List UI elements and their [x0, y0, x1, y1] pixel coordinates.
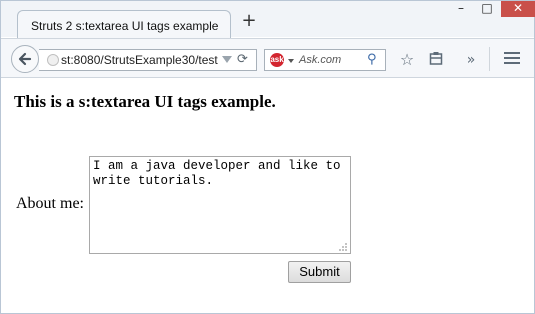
about-me-label: About me: — [16, 195, 84, 212]
globe-icon — [47, 54, 59, 66]
maximize-button[interactable]: □ — [475, 1, 499, 17]
ask-icon[interactable]: ask — [270, 53, 284, 67]
search-engine-dropdown-icon[interactable] — [288, 59, 294, 63]
resize-grip-icon[interactable] — [338, 242, 348, 252]
overflow-chevron-icon[interactable]: » — [461, 50, 481, 70]
tab-title: Struts 2 s:textarea UI tags example — [31, 19, 219, 33]
back-button[interactable] — [11, 45, 39, 73]
url-text[interactable]: st:8080/StrutsExample30/test — [61, 53, 218, 67]
menu-hamburger-icon[interactable] — [502, 50, 522, 70]
navigation-bar: st:8080/StrutsExample30/test ⟳ ask Ask.c… — [1, 38, 534, 78]
new-tab-button[interactable]: + — [241, 12, 257, 30]
clipboard-icon[interactable] — [426, 50, 446, 70]
search-input[interactable]: Ask.com — [299, 54, 341, 66]
address-bar[interactable]: st:8080/StrutsExample30/test ⟳ — [39, 49, 257, 71]
toolbar-separator — [489, 47, 490, 71]
submit-button[interactable]: Submit — [288, 261, 351, 283]
minimize-button[interactable]: – — [449, 1, 473, 17]
bookmark-star-icon[interactable]: ☆ — [397, 50, 417, 70]
close-window-button[interactable]: ✕ — [501, 1, 535, 17]
url-history-dropdown-icon[interactable] — [222, 56, 232, 63]
about-me-textarea[interactable]: I am a java developer and like to write … — [89, 156, 351, 254]
tab-active[interactable]: Struts 2 s:textarea UI tags example — [17, 10, 231, 38]
browser-window: Struts 2 s:textarea UI tags example + – … — [0, 0, 535, 314]
tab-strip: Struts 2 s:textarea UI tags example + – … — [1, 1, 535, 38]
search-bar[interactable]: ask Ask.com ⚲ — [264, 49, 386, 71]
back-arrow-icon — [18, 52, 32, 66]
page-title: This is a s:textarea UI tags example. — [14, 92, 276, 111]
reload-icon[interactable]: ⟳ — [237, 52, 248, 67]
search-icon[interactable]: ⚲ — [367, 52, 377, 67]
page-content: This is a s:textarea UI tags example. Ab… — [2, 79, 534, 309]
